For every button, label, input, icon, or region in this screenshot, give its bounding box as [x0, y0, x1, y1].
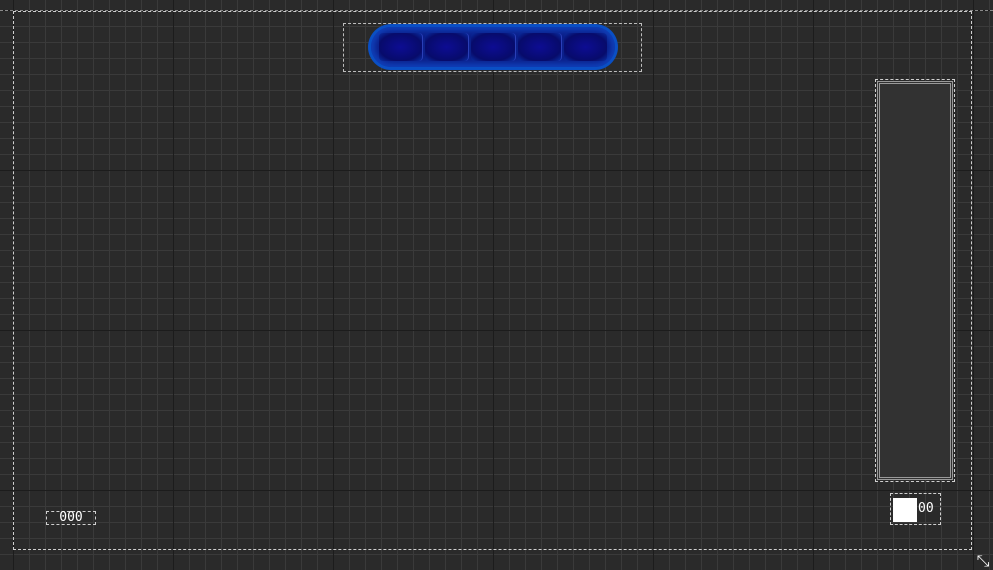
progress-segment [379, 33, 424, 61]
side-panel [875, 79, 955, 482]
resize-icon[interactable]: ⤡ [974, 552, 992, 570]
progress-segment [517, 33, 562, 61]
progress-bar [371, 27, 615, 67]
progress-segment [471, 33, 516, 61]
counter-value: 00 [918, 501, 934, 516]
progress-segment [563, 33, 608, 61]
game-canvas-frame[interactable] [13, 11, 972, 550]
progress-segment [425, 33, 470, 61]
counter-display: 00 [890, 493, 941, 525]
counter-swatch [893, 498, 917, 522]
score-value: 000 [59, 510, 83, 525]
score-display: 000 [46, 511, 96, 525]
